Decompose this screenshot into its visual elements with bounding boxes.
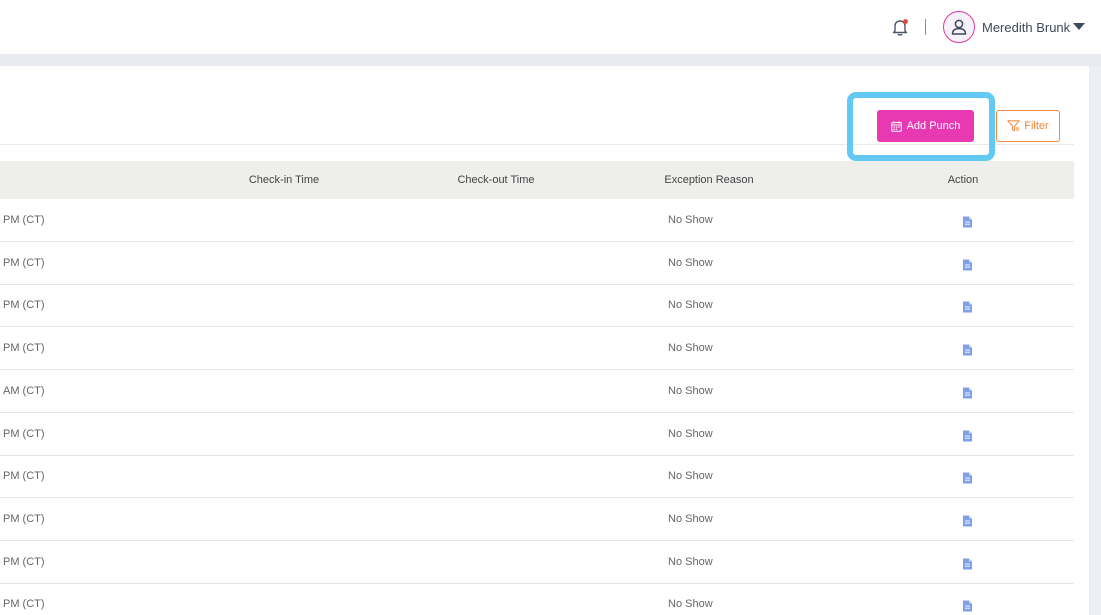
scrollbar[interactable] — [1090, 66, 1101, 615]
document-icon[interactable] — [962, 386, 973, 399]
user-icon — [951, 19, 967, 35]
document-icon[interactable] — [962, 599, 973, 612]
header-divider — [925, 19, 926, 35]
cell-time: PM (CT) — [3, 427, 45, 440]
filter-button[interactable]: Filter — [996, 110, 1060, 142]
cell-time: PM (CT) — [3, 512, 45, 525]
cell-exception-reason: No Show — [668, 470, 713, 483]
column-exception-reason[interactable]: Exception Reason — [664, 174, 753, 186]
table-row: PM (CT) No Show — [0, 541, 1074, 584]
column-check-out-time[interactable]: Check-out Time — [457, 174, 534, 186]
calendar-icon — [890, 120, 902, 132]
table-row: PM (CT) No Show — [0, 284, 1074, 328]
chevron-down-icon[interactable] — [1073, 23, 1085, 30]
cell-time: PM (CT) — [3, 555, 45, 568]
cell-time: PM (CT) — [3, 598, 45, 611]
bell-icon[interactable] — [890, 17, 910, 37]
cell-exception-reason: No Show — [668, 598, 713, 611]
table-row: AM (CT) No Show — [0, 370, 1074, 413]
add-punch-button[interactable]: Add Punch — [877, 110, 974, 142]
cell-exception-reason: No Show — [668, 342, 713, 355]
username[interactable]: Meredith Brunk — [982, 20, 1070, 35]
cell-exception-reason: No Show — [668, 384, 713, 397]
document-icon[interactable] — [962, 300, 973, 313]
filter-icon — [1007, 120, 1020, 132]
column-check-in-time[interactable]: Check-in Time — [249, 174, 319, 186]
document-icon[interactable] — [962, 514, 973, 527]
cell-time: PM (CT) — [3, 214, 45, 226]
cell-exception-reason: No Show — [668, 214, 713, 226]
cell-time: PM (CT) — [3, 342, 45, 355]
table-row: PM (CT) No Show — [0, 583, 1074, 615]
table-row: PM (CT) No Show — [0, 199, 1074, 242]
add-punch-label: Add Punch — [906, 120, 961, 132]
cell-time: AM (CT) — [3, 384, 45, 397]
document-icon[interactable] — [962, 557, 973, 570]
cell-time: PM (CT) — [3, 256, 45, 269]
table-row: PM (CT) No Show — [0, 498, 1074, 541]
table-row: PM (CT) No Show — [0, 242, 1074, 285]
table-row: PM (CT) No Show — [0, 413, 1074, 456]
document-icon[interactable] — [962, 471, 973, 484]
cell-exception-reason: No Show — [668, 299, 713, 312]
cell-exception-reason: No Show — [668, 427, 713, 440]
document-icon[interactable] — [962, 258, 973, 271]
top-bar: Meredith Brunk — [0, 0, 1101, 54]
cell-exception-reason: No Show — [668, 512, 713, 525]
table-row: PM (CT) No Show — [0, 327, 1074, 371]
cell-time: PM (CT) — [3, 470, 45, 483]
document-icon[interactable] — [962, 429, 973, 441]
avatar[interactable] — [943, 11, 975, 43]
document-icon[interactable] — [962, 215, 973, 228]
cell-time: PM (CT) — [3, 299, 45, 312]
table-row: PM (CT) No Show — [0, 455, 1074, 499]
table-header: Check-in Time Check-out Time Exception R… — [0, 161, 1074, 199]
filter-label: Filter — [1024, 120, 1049, 132]
cell-exception-reason: No Show — [668, 256, 713, 269]
cell-exception-reason: No Show — [668, 555, 713, 568]
notification-dot — [903, 19, 908, 24]
document-icon[interactable] — [962, 343, 973, 356]
column-action: Action — [947, 174, 979, 186]
